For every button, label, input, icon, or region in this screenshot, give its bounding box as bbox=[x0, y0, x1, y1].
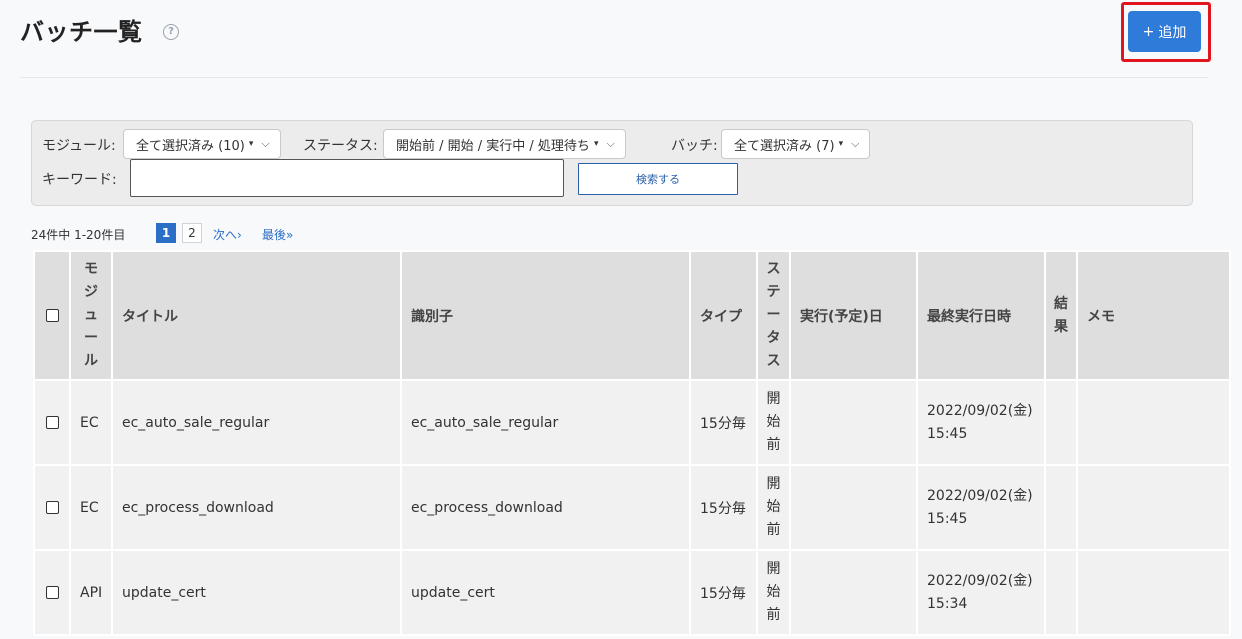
column-header-status-label: ステータス bbox=[766, 261, 781, 369]
module-cell: API bbox=[69, 549, 113, 636]
scheduled-cell bbox=[789, 464, 918, 551]
type-cell: 15分毎 bbox=[689, 379, 758, 466]
last-run-date: 2022/09/02(金) bbox=[927, 572, 1033, 589]
status-filter-dropdown[interactable]: 開始前 / 開始 / 実行中 / 処理待ち ▾ ⌵ bbox=[383, 129, 626, 159]
row-select-cell bbox=[33, 549, 71, 636]
column-header-module[interactable]: モジュール bbox=[69, 250, 113, 381]
column-header-scheduled[interactable]: 実行(予定)日 bbox=[789, 250, 918, 381]
last-run-time: 15:34 bbox=[927, 595, 968, 612]
page-2-button[interactable]: 2 bbox=[182, 223, 202, 243]
memo-cell bbox=[1076, 379, 1231, 466]
caret-down-icon: ▾ bbox=[838, 139, 844, 149]
status-filter-label: ステータス: bbox=[303, 138, 378, 154]
identifier-cell: ec_process_download bbox=[400, 464, 691, 551]
module-filter-value: 全て選択済み (10) bbox=[136, 138, 245, 154]
module-filter-label: モジュール: bbox=[42, 138, 116, 154]
search-button[interactable]: 検索する bbox=[578, 163, 738, 195]
last-run-time: 15:45 bbox=[927, 425, 968, 442]
title-cell: ec_process_download bbox=[111, 464, 402, 551]
status-value: 開始前 bbox=[766, 476, 781, 538]
column-header-type[interactable]: タイプ bbox=[689, 250, 758, 381]
status-cell: 開始前 bbox=[756, 379, 791, 466]
title-cell: ec_auto_sale_regular bbox=[111, 379, 402, 466]
column-header-title[interactable]: タイトル bbox=[111, 250, 402, 381]
next-page-link[interactable]: 次へ› bbox=[213, 226, 242, 243]
module-filter-dropdown[interactable]: 全て選択済み (10) ▾ ⌵ bbox=[123, 129, 281, 159]
column-header-module-label: モジュール bbox=[84, 261, 98, 369]
type-cell: 15分毎 bbox=[689, 549, 758, 636]
keyword-input[interactable] bbox=[130, 159, 564, 197]
status-cell: 開始前 bbox=[756, 549, 791, 636]
batch-filter-value: 全て選択済み (7) bbox=[734, 138, 835, 154]
last-run-date: 2022/09/02(金) bbox=[927, 402, 1033, 419]
row-checkbox[interactable] bbox=[45, 501, 59, 514]
status-value: 開始前 bbox=[766, 561, 781, 623]
caret-down-icon: ▾ bbox=[593, 139, 599, 149]
module-cell: EC bbox=[69, 464, 113, 551]
row-checkbox[interactable] bbox=[45, 416, 59, 429]
batch-filter-label: バッチ: bbox=[671, 138, 718, 154]
keyword-label: キーワード: bbox=[42, 172, 117, 188]
page-header: バッチ一覧 ? bbox=[20, 0, 1208, 78]
status-cell: 開始前 bbox=[756, 464, 791, 551]
page-1-button[interactable]: 1 bbox=[156, 223, 176, 243]
row-select-cell bbox=[33, 379, 71, 466]
result-cell bbox=[1044, 379, 1078, 466]
module-cell: EC bbox=[69, 379, 113, 466]
table-row[interactable]: EC ec_auto_sale_regular ec_auto_sale_reg… bbox=[33, 379, 1231, 466]
add-button-label: 追加 bbox=[1158, 24, 1187, 41]
batch-filter-dropdown[interactable]: 全て選択済み (7) ▾ ⌵ bbox=[721, 129, 871, 159]
result-count: 24件中 1-20件目 bbox=[31, 228, 126, 242]
identifier-cell: ec_auto_sale_regular bbox=[400, 379, 691, 466]
identifier-cell: update_cert bbox=[400, 549, 691, 636]
table-header-row: モジュール タイトル 識別子 タイプ ステータス 実行(予定)日 最終実行日時 … bbox=[33, 250, 1231, 381]
chevron-down-icon: ⌵ bbox=[606, 137, 615, 150]
column-header-result[interactable]: 結果 bbox=[1044, 250, 1078, 381]
last-run-cell: 2022/09/02(金) 15:45 bbox=[916, 464, 1046, 551]
select-all-cell bbox=[33, 250, 71, 381]
last-run-cell: 2022/09/02(金) 15:34 bbox=[916, 549, 1046, 636]
type-cell: 15分毎 bbox=[689, 464, 758, 551]
column-header-last-run[interactable]: 最終実行日時 bbox=[916, 250, 1046, 381]
scheduled-cell bbox=[789, 549, 918, 636]
column-header-status[interactable]: ステータス bbox=[756, 250, 791, 381]
table-row[interactable]: EC ec_process_download ec_process_downlo… bbox=[33, 464, 1231, 551]
add-button[interactable]: + 追加 bbox=[1128, 11, 1201, 52]
last-run-date: 2022/09/02(金) bbox=[927, 487, 1033, 504]
table-row[interactable]: API update_cert update_cert 15分毎 開始前 202… bbox=[33, 549, 1231, 636]
last-run-cell: 2022/09/02(金) 15:45 bbox=[916, 379, 1046, 466]
chevron-down-icon: ⌵ bbox=[261, 137, 270, 150]
status-value: 開始前 bbox=[766, 391, 781, 453]
help-icon[interactable]: ? bbox=[163, 24, 179, 40]
batch-table: モジュール タイトル 識別子 タイプ ステータス 実行(予定)日 最終実行日時 … bbox=[33, 250, 1231, 636]
title-cell: update_cert bbox=[111, 549, 402, 636]
memo-cell bbox=[1076, 464, 1231, 551]
last-page-link[interactable]: 最後» bbox=[262, 226, 293, 243]
page-title: バッチ一覧 bbox=[20, 18, 143, 46]
caret-down-icon: ▾ bbox=[248, 139, 254, 149]
column-header-result-label: 結果 bbox=[1054, 295, 1068, 335]
last-run-time: 15:45 bbox=[927, 510, 968, 527]
memo-cell bbox=[1076, 549, 1231, 636]
result-cell bbox=[1044, 549, 1078, 636]
column-header-memo[interactable]: メモ bbox=[1076, 250, 1231, 381]
row-checkbox[interactable] bbox=[45, 586, 59, 599]
column-header-identifier[interactable]: 識別子 bbox=[400, 250, 691, 381]
plus-icon: + bbox=[1142, 23, 1155, 40]
row-select-cell bbox=[33, 464, 71, 551]
result-cell bbox=[1044, 464, 1078, 551]
chevron-down-icon: ⌵ bbox=[851, 137, 860, 150]
status-filter-value: 開始前 / 開始 / 実行中 / 処理待ち bbox=[396, 138, 590, 154]
scheduled-cell bbox=[789, 379, 918, 466]
filter-panel: モジュール: 全て選択済み (10) ▾ ⌵ ステータス: 開始前 / 開始 /… bbox=[31, 120, 1193, 206]
select-all-checkbox[interactable] bbox=[45, 309, 59, 322]
